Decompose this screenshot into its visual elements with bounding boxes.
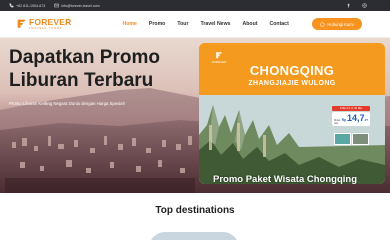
phone-icon	[9, 3, 14, 8]
instagram-icon[interactable]	[362, 3, 367, 8]
brand-logo[interactable]: FOREVER TRAVELS TOURS	[16, 18, 72, 30]
nav-contact[interactable]: Contact	[263, 21, 294, 27]
departure-dates: 9 Mei 13, 8, 30 Mei	[332, 106, 370, 111]
logo-f-icon	[17, 20, 26, 29]
promo-card[interactable]: FOREVER CHONGQING ZHANGJIAJIE WULONG 9 M…	[199, 43, 385, 184]
promo-thumbnails	[334, 133, 369, 145]
price-tag: 9 Mei 13, 8, 30 Mei Mulai dari Rp 14,7 J…	[332, 106, 370, 126]
phone-number: +62 811-1904-673	[16, 3, 46, 8]
hero-banner: Dapatkan Promo Liburan Terbaru Promo Lib…	[0, 38, 390, 193]
thumbnail-image	[334, 133, 351, 145]
price-unit: JT	[364, 118, 368, 122]
nav-about[interactable]: About	[237, 21, 264, 27]
hero-title: Dapatkan Promo Liburan Terbaru	[9, 47, 160, 91]
promo-city: CHONGQING	[249, 63, 335, 78]
email-contact[interactable]: info@forever-travel.com	[54, 3, 100, 8]
nav-promo[interactable]: Promo	[143, 21, 171, 27]
main-navbar: FOREVER TRAVELS TOURS Home Promo Tour Tr…	[0, 11, 390, 38]
price-currency: Rp	[341, 118, 346, 122]
brand-tagline: TRAVELS TOURS	[29, 26, 63, 31]
nav-tour[interactable]: Tour	[171, 21, 194, 27]
nav-home[interactable]: Home	[117, 21, 143, 27]
facebook-icon[interactable]	[346, 3, 351, 8]
price-from-label: Mulai dari	[334, 119, 341, 125]
phone-contact[interactable]: +62 811-1904-673	[9, 3, 45, 8]
destination-image-partial[interactable]	[149, 232, 239, 240]
thumbnail-image	[352, 133, 369, 145]
nav-menu: Home Promo Tour Travel News About Contac…	[117, 21, 295, 27]
hero-subtitle: Promo Liburan Keliling Negara Dunia deng…	[9, 101, 125, 106]
nav-travel-news[interactable]: Travel News	[195, 21, 237, 27]
top-bar: +62 811-1904-673 info@forever-travel.com	[0, 0, 390, 11]
contact-us-label: Hubungi Kami	[327, 21, 354, 27]
contact-us-button[interactable]: Hubungi Kami	[312, 18, 362, 30]
promo-subtitle: ZHANGJIAJIE WULONG	[248, 80, 336, 87]
brand-name: FOREVER	[29, 16, 72, 27]
email-address: info@forever-travel.com	[61, 3, 100, 8]
whatsapp-icon	[320, 21, 325, 27]
price-amount: 14,7	[346, 113, 365, 123]
promo-caption: Promo Paket Wisata Chongqing	[213, 174, 358, 184]
section-title-top-destinations: Top destinations	[155, 205, 235, 216]
mail-icon	[54, 3, 59, 8]
logo-f-icon	[216, 52, 222, 59]
